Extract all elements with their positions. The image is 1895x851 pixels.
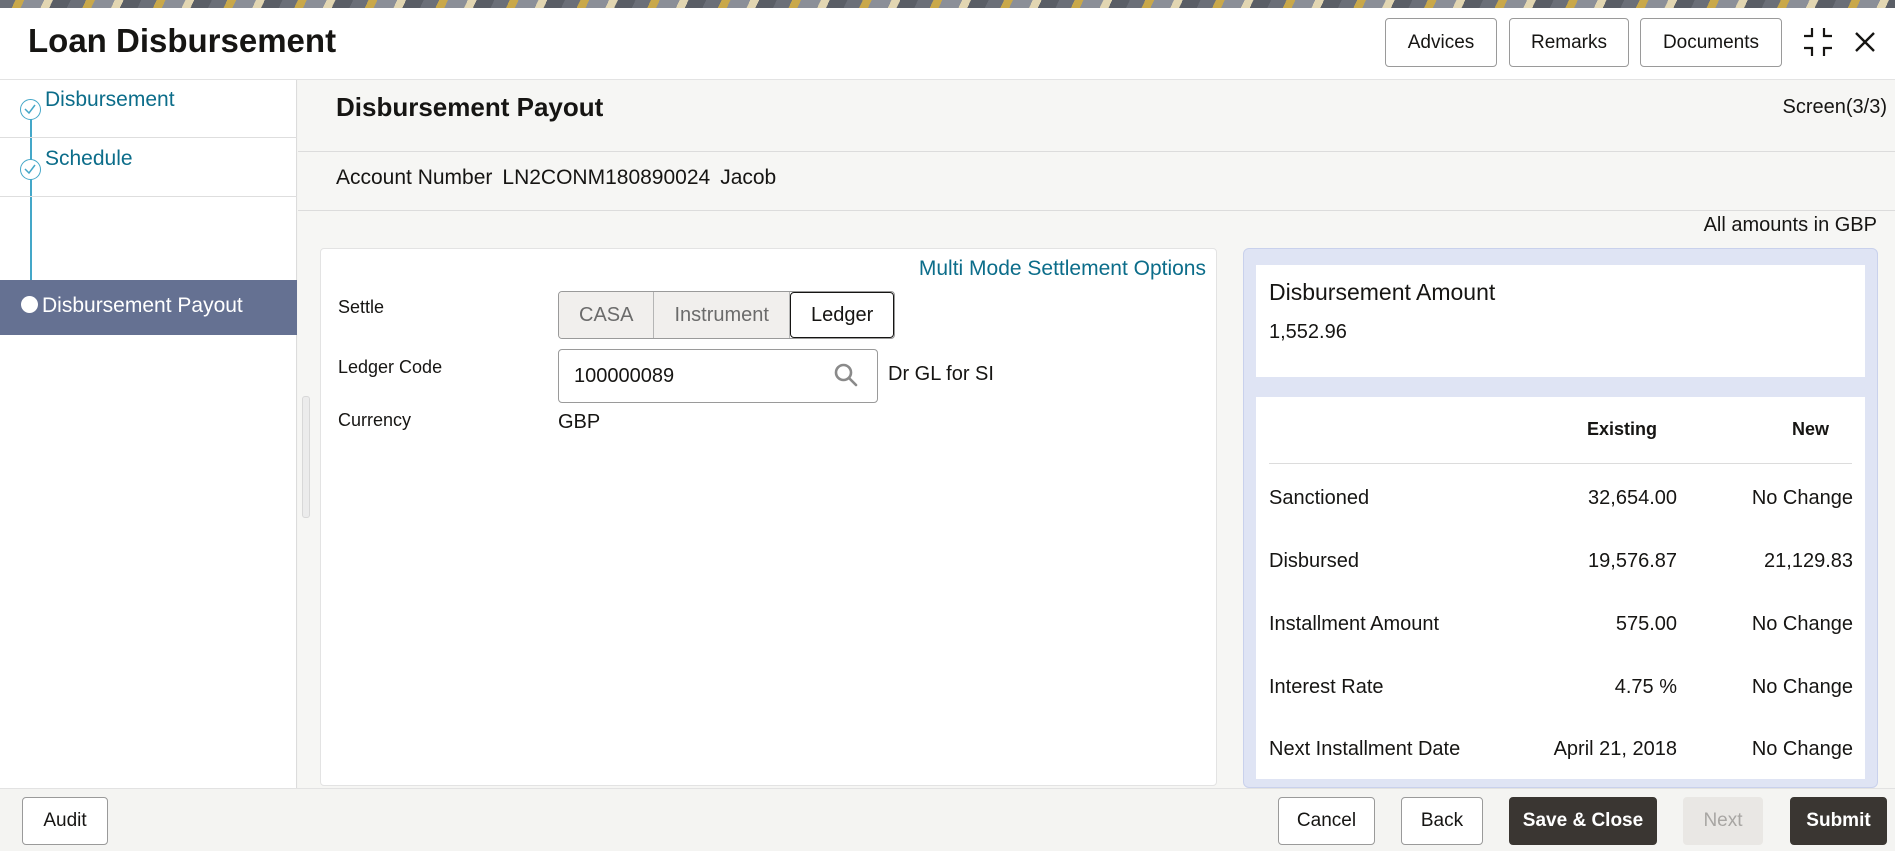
documents-button[interactable]: Documents (1640, 18, 1782, 67)
remarks-button[interactable]: Remarks (1509, 18, 1629, 67)
table-row: Disbursed 19,576.87 21,129.83 (1256, 542, 1865, 582)
row-existing: 575.00 (1615, 613, 1677, 635)
row-existing: 4.75 % (1614, 676, 1677, 698)
main-content: Disbursement Payout Screen(3/3) Account … (298, 80, 1895, 788)
current-step-dot-icon (21, 296, 38, 313)
screen-indicator: Screen(3/3) (1782, 96, 1888, 118)
settle-label: Settle (338, 297, 385, 317)
submit-button[interactable]: Submit (1790, 797, 1887, 845)
settlement-panel: Multi Mode Settlement Options Settle CAS… (320, 248, 1217, 786)
disbursement-amount-card: Disbursement Amount 1,552.96 (1256, 265, 1865, 377)
top-banner (0, 0, 1895, 8)
ledger-code-field (558, 349, 878, 403)
account-info: Account Number LN2CONM180890024 Jacob (336, 166, 776, 190)
step-label: Schedule (45, 147, 133, 170)
table-row: Interest Rate 4.75 % No Change (1256, 668, 1865, 708)
scrollbar[interactable] (302, 396, 310, 518)
divider (298, 151, 1895, 152)
table-row: Installment Amount 575.00 No Change (1256, 605, 1865, 645)
check-circle-icon (20, 159, 41, 180)
comparison-table: Existing New Sanctioned 32,654.00 No Cha… (1256, 397, 1865, 779)
currency-value: GBP (558, 411, 601, 433)
currency-note: All amounts in GBP (1703, 214, 1877, 236)
page-title: Disbursement Payout (336, 92, 604, 122)
row-new: No Change (1751, 676, 1853, 698)
step-schedule[interactable]: Schedule (0, 139, 297, 197)
account-number-label: Account Number (336, 166, 493, 189)
next-button[interactable]: Next (1683, 797, 1763, 845)
close-icon[interactable] (1845, 22, 1885, 62)
row-label: Disbursed (1269, 550, 1360, 572)
ledger-code-label: Ledger Code (338, 357, 443, 377)
row-label: Next Installment Date (1269, 738, 1461, 760)
footer-bar: Audit Cancel Back Save & Close Next Subm… (0, 788, 1895, 851)
back-button[interactable]: Back (1401, 797, 1483, 845)
audit-button[interactable]: Audit (22, 797, 108, 845)
settle-option-ledger[interactable]: Ledger (789, 292, 895, 338)
ledger-code-description: Dr GL for SI (888, 363, 994, 385)
cancel-button[interactable]: Cancel (1278, 797, 1375, 845)
save-close-button[interactable]: Save & Close (1509, 797, 1657, 845)
search-icon[interactable] (833, 362, 859, 388)
row-label: Interest Rate (1269, 676, 1384, 698)
table-row: Next Installment Date April 21, 2018 No … (1256, 730, 1865, 770)
step-disbursement[interactable]: Disbursement (0, 80, 297, 138)
row-new: No Change (1751, 487, 1853, 509)
disbursement-amount-label: Disbursement Amount (1269, 279, 1496, 305)
ledger-code-input[interactable] (574, 362, 814, 390)
title-bar: Loan Disbursement Advices Remarks Docume… (0, 8, 1895, 80)
divider (1269, 463, 1852, 464)
step-label: Disbursement Payout (42, 294, 243, 317)
row-existing: 19,576.87 (1588, 550, 1677, 572)
row-label: Installment Amount (1269, 613, 1440, 635)
advices-button[interactable]: Advices (1385, 18, 1497, 67)
column-header-existing: Existing (1586, 419, 1657, 439)
step-disbursement-payout[interactable]: Disbursement Payout (0, 280, 297, 335)
divider (298, 210, 1895, 211)
table-row: Sanctioned 32,654.00 No Change (1256, 479, 1865, 519)
row-new: No Change (1751, 613, 1853, 635)
step-sidebar: Disbursement Schedule Disbursement Payou… (0, 80, 297, 788)
row-label: Sanctioned (1269, 487, 1370, 509)
app-title: Loan Disbursement (28, 22, 337, 59)
account-number-value: LN2CONM180890024 (502, 166, 711, 189)
row-new: 21,129.83 (1764, 550, 1853, 572)
collapse-icon[interactable] (1798, 22, 1838, 62)
disbursement-amount-value: 1,552.96 (1269, 321, 1347, 343)
settle-option-instrument[interactable]: Instrument (654, 292, 790, 338)
account-holder-name: Jacob (720, 166, 777, 189)
multi-mode-settlement-link[interactable]: Multi Mode Settlement Options (919, 257, 1206, 281)
row-existing: 32,654.00 (1588, 487, 1677, 509)
currency-label: Currency (338, 410, 412, 430)
row-existing: April 21, 2018 (1553, 738, 1677, 760)
check-circle-icon (20, 99, 41, 120)
row-new: No Change (1751, 738, 1853, 760)
disbursement-summary: Disbursement Amount 1,552.96 Existing Ne… (1243, 248, 1878, 788)
step-label: Disbursement (45, 88, 175, 111)
settle-mode-selector: CASA Instrument Ledger (558, 291, 896, 339)
column-header-new: New (1791, 419, 1829, 439)
settle-option-casa[interactable]: CASA (559, 292, 655, 338)
